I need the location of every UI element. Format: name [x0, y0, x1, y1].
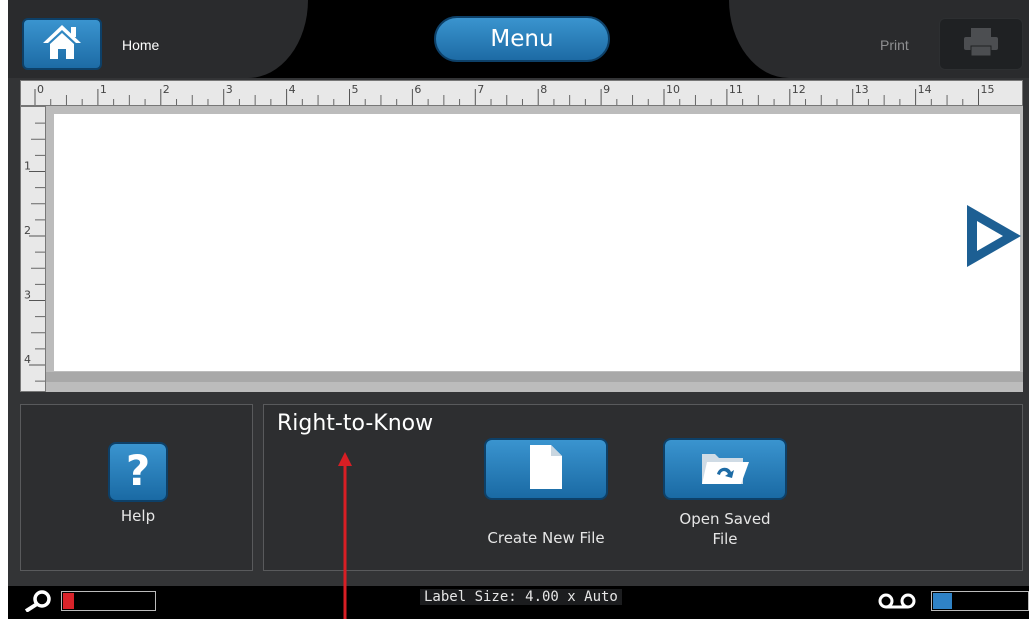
open-saved-file-button[interactable]	[663, 438, 787, 500]
label-size-status: Label Size: 4.00 x Auto	[420, 589, 622, 605]
ruler-tick-label: 6	[414, 83, 421, 96]
horizontal-ruler: 0 1 2 3 4 5 6 7 8 9 10 11 12 13 14 15	[20, 80, 1023, 106]
ruler-tick-label: 1	[24, 160, 31, 173]
ruler-tick-label: 2	[24, 224, 31, 237]
ruler-tick-label: 3	[226, 83, 233, 96]
menu-button[interactable]: Menu	[434, 16, 610, 62]
open-folder-icon	[699, 446, 751, 492]
ruler-tick-label: 0	[37, 83, 44, 96]
ruler-tick-label: 4	[289, 83, 296, 96]
svg-text:?: ?	[126, 446, 150, 495]
annotation-arrow	[335, 450, 355, 619]
printer-icon	[961, 26, 1001, 62]
ruler-tick-label: 11	[729, 83, 743, 96]
help-label: Help	[120, 507, 156, 525]
zoom-icon[interactable]	[22, 590, 56, 616]
ruler-tick-label: 14	[918, 83, 932, 96]
ruler-tick-label: 2	[163, 83, 170, 96]
ruler-tick-label: 15	[981, 83, 995, 96]
ruler-tick-label: 8	[540, 83, 547, 96]
home-icon	[41, 23, 83, 65]
ruler-tick-label: 3	[24, 289, 31, 302]
file-title: Right-to-Know	[277, 411, 434, 436]
create-new-file-button[interactable]	[484, 438, 608, 500]
home-button[interactable]	[22, 18, 102, 70]
print-button[interactable]	[939, 18, 1023, 70]
zoom-level-bar[interactable]	[61, 591, 156, 611]
open-saved-file-label-line1: Open Saved	[679, 510, 771, 528]
ruler-tick-label: 12	[792, 83, 806, 96]
ruler-tick-label: 1	[100, 83, 107, 96]
open-saved-file-label-line2: File	[712, 530, 738, 548]
print-label: Print	[880, 37, 909, 53]
ruler-tick-label: 7	[477, 83, 484, 96]
vertical-ruler: 1 2 3 4	[20, 106, 46, 392]
open-saved-file-label: Open Saved File	[650, 509, 800, 549]
create-new-file-label: Create New File	[487, 529, 605, 547]
help-button[interactable]: ?	[108, 442, 168, 502]
home-label: Home	[122, 37, 160, 53]
ruler-tick-label: 9	[603, 83, 610, 96]
question-mark-icon: ?	[118, 445, 158, 499]
label-canvas[interactable]	[54, 114, 1020, 371]
scroll-right-icon	[963, 205, 1023, 273]
ruler-tick-label: 5	[352, 83, 359, 96]
canvas-scroll-track	[46, 372, 1023, 382]
supply-level-fill	[933, 593, 952, 609]
ruler-tick-label: 10	[666, 83, 680, 96]
scroll-right-button[interactable]	[963, 203, 1023, 269]
ruler-tick-label: 4	[24, 353, 31, 366]
supply-level-bar	[931, 591, 1029, 611]
zoom-level-fill	[63, 593, 74, 609]
new-file-icon	[529, 444, 563, 494]
tape-supply-icon	[877, 593, 919, 613]
ruler-tick-label: 13	[855, 83, 869, 96]
